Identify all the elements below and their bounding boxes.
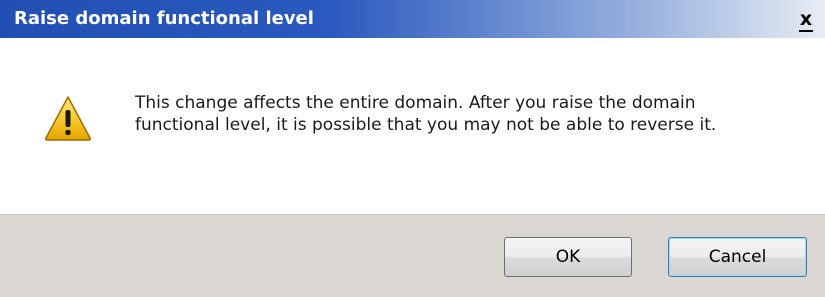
warning-message: This change affects the entire domain. A… — [135, 93, 717, 135]
warning-icon — [44, 96, 92, 141]
close-button[interactable]: x — [795, 8, 817, 32]
cancel-button[interactable]: Cancel — [668, 237, 807, 277]
dialog-title: Raise domain functional level — [14, 8, 314, 29]
title-bar: Raise domain functional level x — [0, 0, 825, 38]
ok-button[interactable]: OK — [504, 237, 632, 277]
dialog-content: This change affects the entire domain. A… — [0, 38, 825, 214]
dialog-window: Raise domain functional level x This cha… — [0, 0, 825, 297]
button-bar: OK Cancel — [0, 214, 825, 297]
close-icon: x — [798, 8, 814, 32]
